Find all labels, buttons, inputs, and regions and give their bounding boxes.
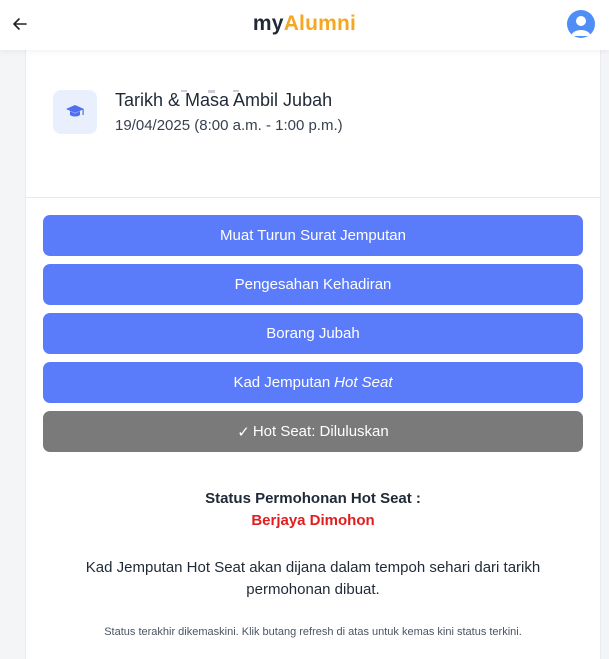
- divider: [26, 197, 600, 198]
- pickup-datetime: 19/04/2025 (8:00 a.m. - 1:00 p.m.): [115, 117, 343, 134]
- status-value: Berjaya Dimohon: [251, 512, 375, 529]
- hot-seat-status-button[interactable]: ✓ Hot Seat: Diluluskan: [43, 411, 583, 452]
- robe-form-button[interactable]: Borang Jubah: [43, 313, 583, 354]
- info-text: Kad Jemputan Hot Seat akan dijana dalam …: [85, 559, 541, 598]
- download-invitation-button[interactable]: Muat Turun Surat Jemputan: [43, 215, 583, 256]
- graduation-cap-icon: [53, 90, 97, 134]
- invitation-card-label-italic: Hot Seat: [334, 374, 393, 391]
- user-avatar-icon: [571, 16, 591, 36]
- robe-form-label: Borang Jubah: [266, 325, 360, 342]
- attendance-confirmation-label: Pengesahan Kehadiran: [234, 276, 392, 293]
- pickup-title: Tarikh & Masa Ambil Jubah: [115, 90, 333, 110]
- status-title: Status Permohonan Hot Seat :: [205, 490, 421, 507]
- footer-note: Status terakhir dikemaskini. Klik butang…: [104, 626, 522, 638]
- user-avatar-button[interactable]: [567, 10, 595, 38]
- app-logo: myAlumni: [0, 12, 609, 36]
- brand-prefix: my: [252, 12, 284, 35]
- invitation-card-label: Kad Jemputan: [233, 374, 331, 391]
- checkmark-icon: ✓: [237, 423, 250, 441]
- attendance-confirmation-button[interactable]: Pengesahan Kehadiran: [43, 264, 583, 305]
- top-app-bar: myAlumni: [0, 0, 609, 50]
- download-invitation-label: Muat Turun Surat Jemputan: [220, 227, 406, 244]
- graduation-info-card: Tarikh & Masa Ambil Jubah 19/04/2025 (8:…: [25, 50, 601, 659]
- brand-suffix: Alumni: [283, 12, 357, 35]
- hot-seat-status-label: Hot Seat: Diluluskan: [252, 423, 389, 440]
- hot-seat-invitation-card-button[interactable]: Kad Jemputan Hot Seat: [43, 362, 583, 403]
